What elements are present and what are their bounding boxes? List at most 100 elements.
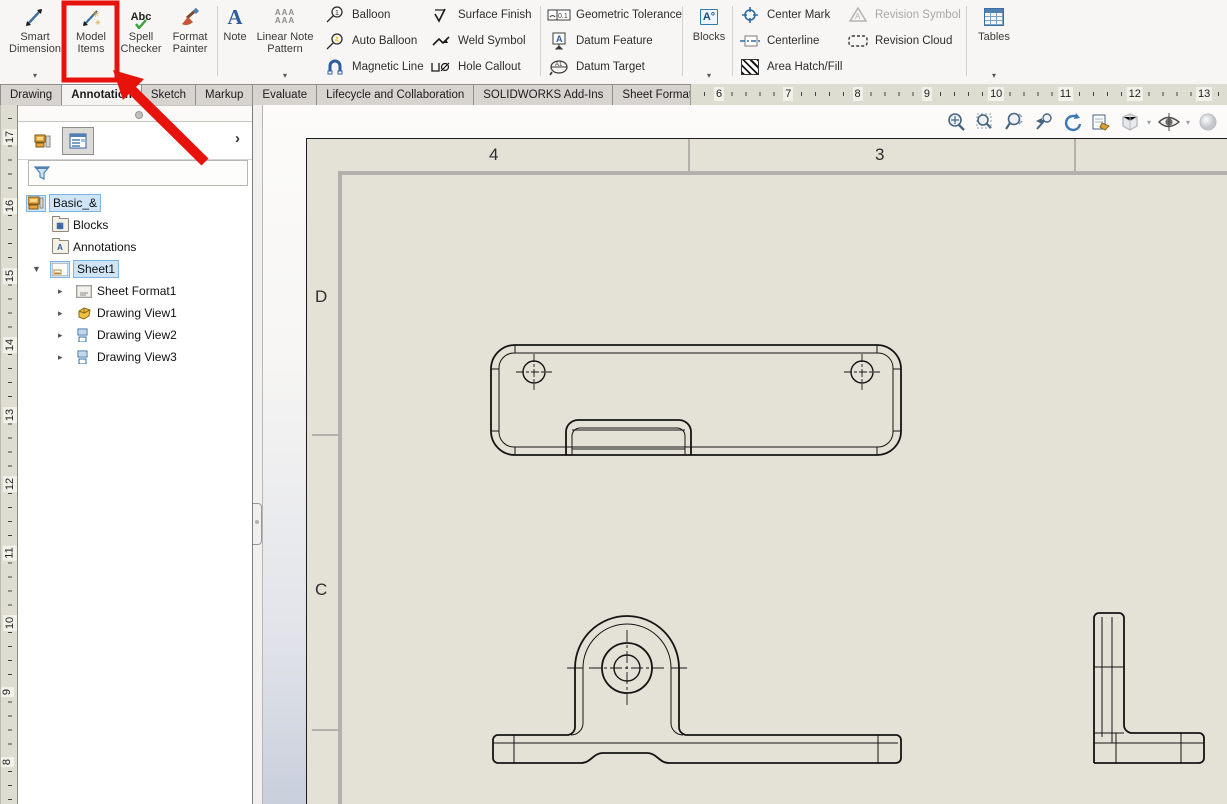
- zone-row-label: C: [315, 580, 327, 600]
- left-ruler-number: 16: [3, 198, 17, 214]
- zoom-in-out-icon[interactable]: [1001, 110, 1026, 134]
- tree-item-blocks[interactable]: ▦ Blocks: [18, 214, 252, 236]
- ribbon-separator: [540, 6, 541, 76]
- svg-text:A: A: [855, 12, 861, 21]
- format-painter-label: Format Painter: [166, 31, 214, 55]
- auto-balloon-button[interactable]: Auto Balloon: [322, 28, 424, 54]
- format-painter-button[interactable]: Format Painter: [166, 2, 214, 82]
- tab-annotation[interactable]: Annotation: [62, 84, 142, 105]
- left-ruler-number: 14: [3, 337, 17, 353]
- zoom-to-fit-icon[interactable]: [943, 110, 968, 134]
- hole-callout-label: Hole Callout: [458, 61, 521, 73]
- graphics-viewport[interactable]: 4 3 D C: [263, 105, 1227, 804]
- blocks-dropdown[interactable]: ▾: [707, 72, 711, 82]
- collapsed-arrow-icon[interactable]: ▸: [58, 330, 63, 341]
- hole-callout-button[interactable]: Hole Callout: [428, 54, 532, 80]
- smart-dimension-button[interactable]: Smart Dimension ▾: [4, 2, 66, 82]
- tab-lifecycle-collaboration[interactable]: Lifecycle and Collaboration: [317, 84, 474, 105]
- tree-item-drawing-view1[interactable]: ▸ Drawing View1: [18, 302, 252, 324]
- tab-sheet-format[interactable]: Sheet Format: [613, 84, 702, 105]
- datum-target-button[interactable]: A1 Datum Target: [546, 54, 682, 80]
- surface-finish-button[interactable]: Surface Finish: [428, 2, 532, 28]
- commandmanager-tab-bar: Drawing Annotation Sketch Markup Evaluat…: [0, 84, 1227, 106]
- magnetic-line-button[interactable]: Magnetic Line: [322, 54, 424, 80]
- note-button[interactable]: A Note: [221, 2, 249, 82]
- linear-note-pattern-dropdown[interactable]: ▾: [283, 72, 287, 82]
- weld-symbol-icon: [428, 32, 454, 50]
- model-items-button[interactable]: ✳✳ Model Items: [66, 2, 116, 82]
- balloon-icon: 1: [322, 6, 348, 24]
- tree-item-drawing-view2[interactable]: ▸ Drawing View2: [18, 324, 252, 346]
- splitter-collapse-handle[interactable]: [253, 503, 262, 545]
- blocks-label: Blocks: [693, 31, 725, 43]
- geometric-tolerance-icon: 0.1: [546, 7, 572, 23]
- svg-text:1: 1: [335, 10, 339, 17]
- tree-item-drawing-view3[interactable]: ▸ Drawing View3: [18, 346, 252, 368]
- tab-drawing[interactable]: Drawing: [0, 84, 62, 105]
- tab-markup[interactable]: Markup: [196, 84, 253, 105]
- top-ruler-number: 12: [1127, 87, 1143, 101]
- datum-target-icon: A1: [546, 58, 572, 76]
- tree-item-basic[interactable]: Basic_&: [18, 192, 252, 214]
- weld-symbol-button[interactable]: Weld Symbol: [428, 28, 532, 54]
- collapsed-arrow-icon[interactable]: ▸: [58, 352, 63, 363]
- revision-cloud-button[interactable]: Revision Cloud: [845, 28, 961, 54]
- tree-item-annotations[interactable]: A Annotations: [18, 236, 252, 258]
- tab-sketch[interactable]: Sketch: [142, 84, 196, 105]
- tables-dropdown[interactable]: ▾: [992, 72, 996, 82]
- left-ruler: 171615141312111098: [0, 105, 18, 804]
- center-mark-button[interactable]: Center Mark: [737, 2, 842, 28]
- 3d-drawing-view-icon[interactable]: [1088, 110, 1113, 134]
- left-ruler-number: 11: [3, 546, 17, 561]
- balloon-button[interactable]: 1 Balloon: [322, 2, 424, 28]
- format-painter-icon: [178, 4, 202, 30]
- sheet-inner-border: [338, 171, 1227, 804]
- blocks-button[interactable]: A° Blocks ▾: [688, 2, 730, 82]
- tree-item-sheet-format1[interactable]: ▸ Sheet Format1: [18, 280, 252, 302]
- drawing-view3-icon: [75, 350, 93, 365]
- display-pane-tab[interactable]: [62, 127, 94, 155]
- panel-top-splitter[interactable]: [18, 105, 252, 122]
- panel-expand-chevron[interactable]: ›: [235, 130, 240, 147]
- spell-checker-button[interactable]: Abc Spell Checker: [118, 2, 164, 82]
- datum-feature-label: Datum Feature: [576, 35, 653, 47]
- tree-filter-box[interactable]: [28, 160, 248, 186]
- display-pane-icon: [69, 133, 87, 149]
- datum-target-label: Datum Target: [576, 61, 645, 73]
- hide-show-items-icon[interactable]: [1156, 110, 1181, 134]
- zoom-to-area-icon[interactable]: [972, 110, 997, 134]
- display-style-dropdown[interactable]: ▾: [1147, 118, 1151, 127]
- previous-view-icon[interactable]: [1030, 110, 1055, 134]
- collapsed-arrow-icon[interactable]: ▸: [58, 308, 63, 319]
- rotate-view-icon[interactable]: [1059, 110, 1084, 134]
- tree-item-sheet1[interactable]: ▼ Sheet1: [18, 258, 252, 280]
- left-ruler-number: 8: [0, 757, 14, 767]
- tab-evaluate[interactable]: Evaluate: [253, 84, 317, 105]
- tab-solidworks-addins[interactable]: SOLIDWORKS Add-Ins: [474, 84, 613, 105]
- top-ruler-number: 10: [988, 87, 1004, 101]
- display-style-icon[interactable]: [1117, 110, 1142, 134]
- hide-show-dropdown[interactable]: ▾: [1186, 118, 1190, 127]
- zone-row-divider: [312, 434, 342, 436]
- panel-viewport-splitter[interactable]: [253, 105, 263, 804]
- centerline-button[interactable]: Centerline: [737, 28, 842, 54]
- weld-symbol-label: Weld Symbol: [458, 35, 526, 47]
- geometric-tolerance-button[interactable]: 0.1 Geometric Tolerance: [546, 2, 682, 28]
- linear-note-pattern-button[interactable]: AAAAAA Linear Note Pattern ▾: [250, 2, 320, 82]
- drawing-view2-icon: [75, 328, 93, 343]
- revision-symbol-button: A Revision Symbol: [845, 2, 961, 28]
- splitter-dot-handle[interactable]: [135, 111, 143, 119]
- top-ruler-number: 6: [714, 87, 724, 101]
- area-hatch-fill-button[interactable]: Area Hatch/Fill: [737, 54, 842, 80]
- datum-feature-button[interactable]: A Datum Feature: [546, 28, 682, 54]
- revision-symbol-icon: A: [845, 6, 871, 24]
- spell-checker-icon: Abc: [131, 4, 152, 30]
- featuremanager-tree-tab[interactable]: [28, 128, 58, 154]
- revision-cloud-icon: [845, 33, 871, 49]
- tree-item-label: Sheet Format1: [97, 284, 176, 298]
- tables-button[interactable]: Tables ▾: [972, 2, 1016, 82]
- smart-dimension-dropdown[interactable]: ▾: [33, 72, 37, 82]
- expanded-arrow-icon[interactable]: ▼: [32, 264, 41, 274]
- area-hatch-fill-label: Area Hatch/Fill: [767, 61, 842, 73]
- collapsed-arrow-icon[interactable]: ▸: [58, 286, 63, 297]
